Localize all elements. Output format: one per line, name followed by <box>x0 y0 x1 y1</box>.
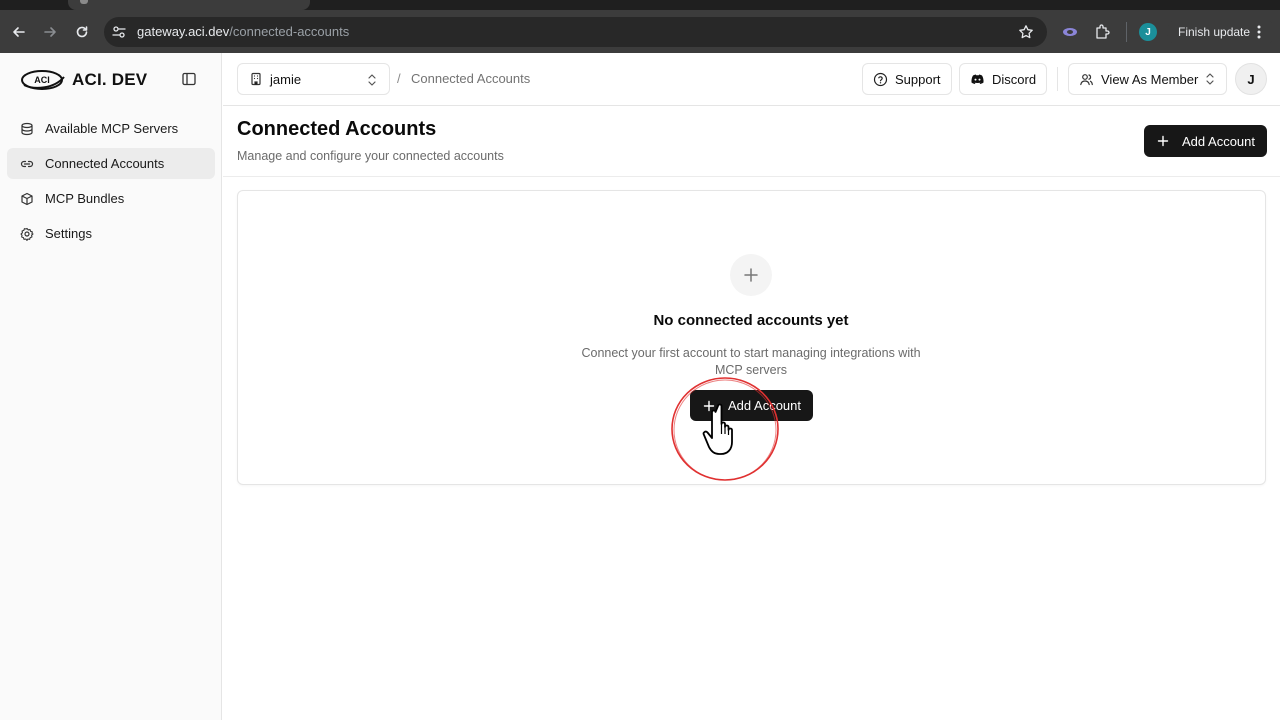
empty-state-description: Connect your first account to start mana… <box>581 346 921 377</box>
aci-logo[interactable]: ACI ACI. DEV <box>20 67 160 93</box>
discord-button[interactable]: Discord <box>959 63 1048 95</box>
empty-state-card <box>237 190 1266 485</box>
page-subtitle: Manage and configure your connected acco… <box>237 149 504 163</box>
header-divider <box>1057 67 1058 91</box>
url-text[interactable]: gateway.aci.dev/connected-accounts <box>137 24 349 39</box>
browser-tab[interactable] <box>68 0 310 10</box>
sidebar-item-label: Connected Accounts <box>45 156 165 171</box>
sidebar-toggle-icon[interactable] <box>181 71 197 87</box>
sidebar: ACI ACI. DEV Available MCP Servers Conne… <box>0 53 222 720</box>
sidebar-item-label: Settings <box>45 226 92 241</box>
plus-icon <box>1156 134 1170 148</box>
tab-favicon-icon <box>80 0 88 4</box>
view-as-label: View As Member <box>1101 71 1199 87</box>
add-account-button[interactable]: Add Account <box>1144 125 1267 157</box>
title-divider <box>223 176 1280 177</box>
support-label: Support <box>895 71 941 87</box>
top-header: jamie / Connected Accounts Support Disco… <box>223 53 1280 106</box>
site-info-icon[interactable] <box>111 24 127 40</box>
user-avatar[interactable]: J <box>1235 63 1267 95</box>
box-icon <box>20 192 34 206</box>
sidebar-item-label: MCP Bundles <box>45 191 125 206</box>
finish-update-label: Finish update <box>1178 25 1251 39</box>
link-icon <box>20 157 34 171</box>
sidebar-item-settings[interactable]: Settings <box>7 218 215 249</box>
sidebar-item-connected-accounts[interactable]: Connected Accounts <box>7 148 215 179</box>
bookmark-star-icon[interactable] <box>1018 24 1034 40</box>
support-button[interactable]: Support <box>862 63 952 95</box>
sidebar-item-available-mcp-servers[interactable]: Available MCP Servers <box>7 113 215 144</box>
extension-eye-icon[interactable] <box>1061 24 1079 40</box>
url-host: gateway.aci.dev <box>137 24 230 39</box>
reload-icon[interactable] <box>72 22 92 42</box>
page-title: Connected Accounts <box>237 118 437 140</box>
building-icon <box>249 72 263 86</box>
discord-label: Discord <box>992 71 1037 87</box>
forward-arrow-icon[interactable] <box>40 22 60 42</box>
logo-text: ACI. DEV <box>72 70 148 89</box>
browser-menu-icon[interactable] <box>1256 24 1262 40</box>
add-account-label: Add Account <box>1182 133 1255 149</box>
browser-profile-avatar[interactable]: J <box>1139 23 1157 41</box>
sidebar-item-mcp-bundles[interactable]: MCP Bundles <box>7 183 215 214</box>
sidebar-nav: Available MCP Servers Connected Accounts… <box>7 113 215 253</box>
plus-icon <box>702 399 716 413</box>
org-name: jamie <box>270 71 302 87</box>
empty-state-plus-icon <box>730 254 772 296</box>
gear-icon <box>20 227 34 241</box>
chevrons-up-down-icon <box>1205 72 1215 86</box>
chevrons-up-down-icon <box>367 73 377 87</box>
url-path: /connected-accounts <box>229 24 350 39</box>
database-icon <box>20 122 34 136</box>
org-selector[interactable]: jamie <box>237 63 390 95</box>
breadcrumb-current: Connected Accounts <box>411 71 531 86</box>
help-circle-icon <box>873 72 888 87</box>
toolbar-divider <box>1126 22 1127 42</box>
breadcrumb-separator: / <box>397 71 401 86</box>
users-icon <box>1079 72 1094 87</box>
logo-badge-text: ACI <box>34 75 50 85</box>
back-arrow-icon[interactable] <box>9 22 29 42</box>
aci-logo-icon: ACI <box>21 70 65 90</box>
empty-state-title: No connected accounts yet <box>653 312 849 329</box>
sidebar-item-label: Available MCP Servers <box>45 121 179 136</box>
view-as-selector[interactable]: View As Member <box>1068 63 1227 95</box>
extensions-puzzle-icon[interactable] <box>1094 23 1110 41</box>
empty-state-add-account-button[interactable]: Add Account <box>690 390 813 421</box>
empty-state-add-account-label: Add Account <box>728 398 801 413</box>
discord-icon <box>970 72 985 87</box>
